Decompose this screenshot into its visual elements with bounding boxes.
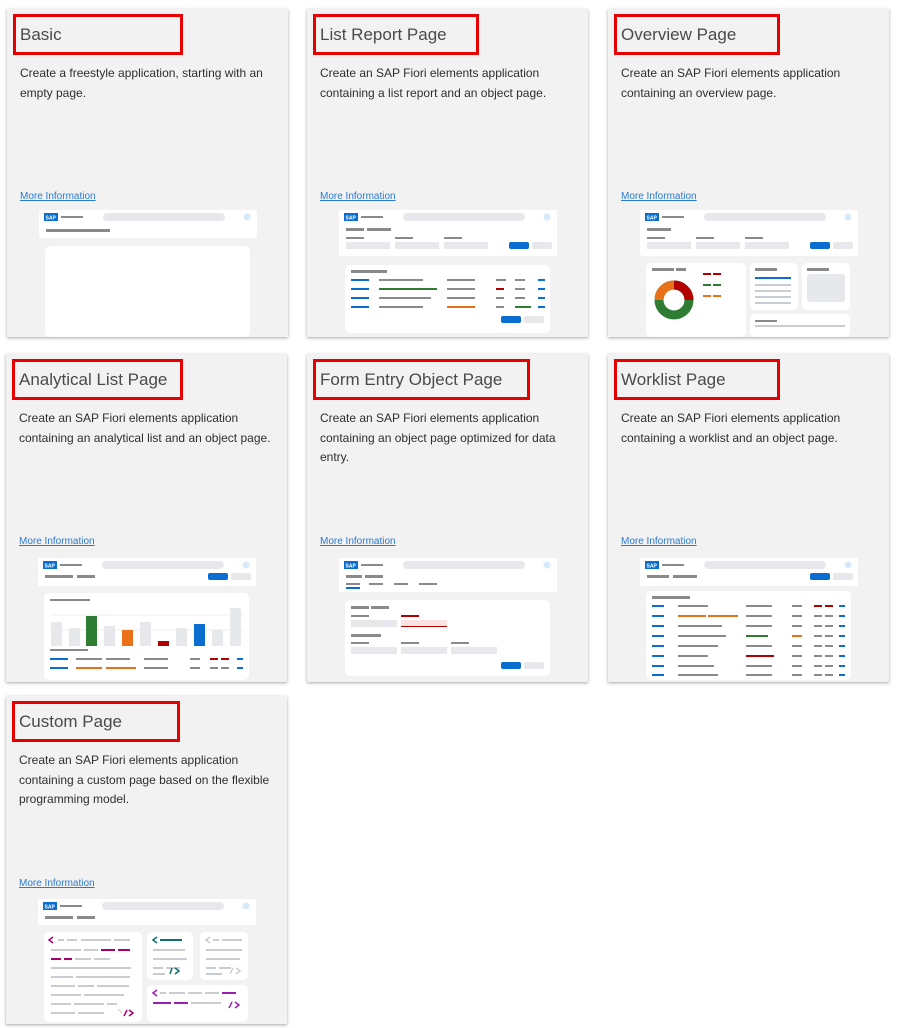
- card-description: Create an SAP Fiori elements application…: [320, 411, 556, 464]
- card-title: Form Entry Object Page: [320, 370, 503, 389]
- card-title: Overview Page: [621, 25, 737, 44]
- template-card-basic[interactable]: Basic Create a freestyle application, st…: [7, 9, 288, 337]
- card-description: Create an SAP Fiori elements application…: [19, 753, 270, 806]
- card-title: Analytical List Page: [19, 370, 168, 389]
- svg-text:SAP: SAP: [647, 564, 658, 570]
- more-information-link[interactable]: More Information: [621, 191, 697, 202]
- card-title: Custom Page: [19, 712, 122, 731]
- card-description: Create an SAP Fiori elements application…: [320, 66, 547, 100]
- card-title: List Report Page: [320, 25, 447, 44]
- card-description: Create an SAP Fiori elements application…: [19, 411, 271, 445]
- card-title: Basic: [20, 25, 62, 44]
- template-card-list-report[interactable]: List Report Page Create an SAP Fiori ele…: [307, 9, 588, 337]
- svg-text:SAP: SAP: [346, 216, 357, 222]
- more-information-link[interactable]: More Information: [19, 536, 95, 547]
- card-description: Create an SAP Fiori elements application…: [621, 66, 841, 100]
- svg-text:SAP: SAP: [647, 216, 658, 222]
- template-preview-worklist: SAP: [640, 558, 858, 680]
- template-preview-analytical-list: SAP: [38, 558, 256, 680]
- template-card-overview[interactable]: Overview Page Create an SAP Fiori elemen…: [608, 9, 889, 337]
- template-card-analytical-list[interactable]: Analytical List Page Create an SAP Fiori…: [6, 354, 287, 682]
- more-information-link[interactable]: More Information: [19, 878, 95, 889]
- template-card-form-entry-object[interactable]: Form Entry Object Page Create an SAP Fio…: [307, 354, 588, 682]
- template-card-worklist[interactable]: Worklist Page Create an SAP Fiori elemen…: [608, 354, 889, 682]
- template-preview-form-entry: SAP: [339, 558, 557, 680]
- card-description: Create a freestyle application, starting…: [20, 66, 263, 100]
- svg-text:SAP: SAP: [45, 905, 56, 911]
- svg-text:SAP: SAP: [346, 564, 357, 570]
- more-information-link[interactable]: More Information: [20, 191, 96, 202]
- more-information-link[interactable]: More Information: [320, 191, 396, 202]
- svg-text:SAP: SAP: [46, 216, 57, 222]
- template-preview-list-report: SAP: [339, 210, 557, 337]
- svg-text:SAP: SAP: [45, 564, 56, 570]
- card-title: Worklist Page: [621, 370, 726, 389]
- template-card-custom[interactable]: Custom Page Create an SAP Fiori elements…: [6, 696, 287, 1024]
- more-information-link[interactable]: More Information: [320, 536, 396, 547]
- template-preview-custom: SAP: [38, 899, 256, 1022]
- template-preview-overview: SAP: [640, 210, 858, 337]
- template-preview-basic: SAP: [39, 210, 257, 337]
- card-description: Create an SAP Fiori elements application…: [621, 411, 841, 445]
- more-information-link[interactable]: More Information: [621, 536, 697, 547]
